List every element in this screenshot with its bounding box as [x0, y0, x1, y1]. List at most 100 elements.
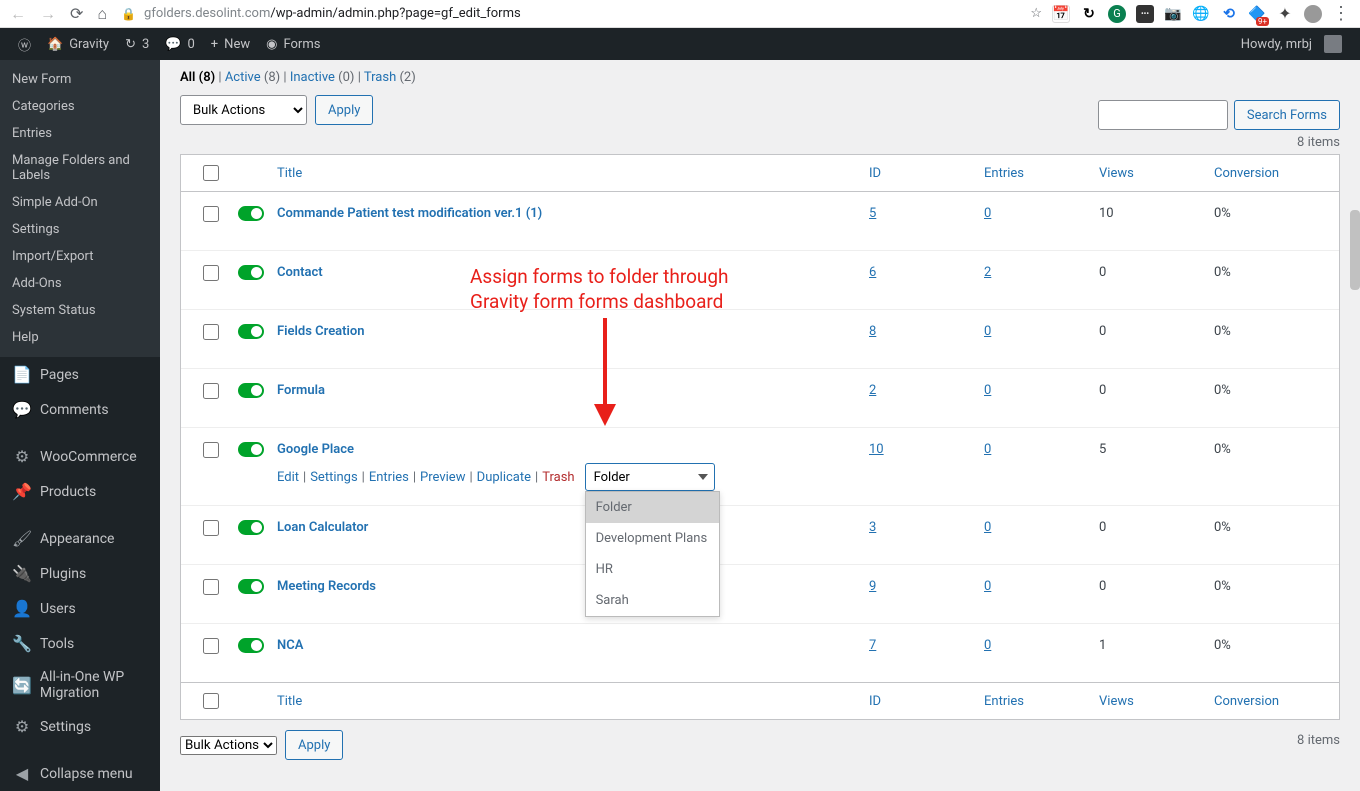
- star-icon[interactable]: ☆: [1030, 6, 1042, 21]
- search-input[interactable]: [1098, 100, 1228, 130]
- entries-link[interactable]: 0: [984, 520, 991, 535]
- menu-pages[interactable]: 📄Pages: [0, 357, 160, 392]
- site-name[interactable]: 🏠Gravity: [39, 28, 117, 60]
- folder-select[interactable]: Folder: [585, 463, 715, 491]
- form-title-link[interactable]: Fields Creation: [277, 324, 365, 339]
- filter-trash[interactable]: Trash: [364, 70, 396, 85]
- user-greeting[interactable]: Howdy, mrbj: [1233, 28, 1350, 60]
- folder-option[interactable]: Development Plans: [586, 523, 719, 554]
- updates[interactable]: ↻3: [117, 28, 157, 60]
- entries-link[interactable]: 0: [984, 579, 991, 594]
- submenu-entries[interactable]: Entries: [0, 120, 160, 147]
- menu-tools[interactable]: 🔧Tools: [0, 626, 160, 661]
- filter-active[interactable]: Active: [225, 70, 261, 85]
- action-edit[interactable]: Edit: [277, 470, 299, 485]
- menu-settings[interactable]: ⚙Settings: [0, 709, 160, 744]
- form-title-link[interactable]: Loan Calculator: [277, 520, 368, 535]
- search-button[interactable]: Search Forms: [1234, 100, 1340, 130]
- form-title-link[interactable]: Google Place: [277, 442, 354, 457]
- form-title-link[interactable]: Meeting Records: [277, 579, 376, 594]
- row-checkbox[interactable]: [203, 520, 219, 536]
- new-content[interactable]: +New: [203, 28, 258, 60]
- header-views[interactable]: Views: [1099, 166, 1134, 181]
- entries-link[interactable]: 0: [984, 324, 991, 339]
- form-id-link[interactable]: 2: [869, 383, 876, 398]
- footer-title[interactable]: Title: [277, 694, 302, 709]
- header-conversion[interactable]: Conversion: [1214, 166, 1279, 181]
- menu-collapse-menu[interactable]: ◀Collapse menu: [0, 756, 160, 791]
- status-toggle[interactable]: [238, 265, 264, 280]
- ext-camera-icon[interactable]: 📷: [1164, 5, 1182, 23]
- menu-users[interactable]: 👤Users: [0, 591, 160, 626]
- folder-option[interactable]: Folder: [586, 492, 719, 523]
- submenu-new-form[interactable]: New Form: [0, 66, 160, 93]
- action-entries[interactable]: Entries: [369, 470, 409, 485]
- form-title-link[interactable]: Contact: [277, 265, 323, 280]
- form-title-link[interactable]: NCA: [277, 638, 303, 653]
- menu-plugins[interactable]: 🔌Plugins: [0, 556, 160, 591]
- row-checkbox[interactable]: [203, 442, 219, 458]
- form-id-link[interactable]: 5: [869, 206, 876, 221]
- entries-link[interactable]: 0: [984, 442, 991, 457]
- row-checkbox[interactable]: [203, 324, 219, 340]
- bulk-action-select[interactable]: Bulk Actions: [180, 95, 307, 125]
- form-id-link[interactable]: 6: [869, 265, 876, 280]
- menu-appearance[interactable]: 🖌Appearance: [0, 521, 160, 556]
- form-id-link[interactable]: 9: [869, 579, 876, 594]
- back-icon[interactable]: ←: [10, 4, 26, 24]
- form-id-link[interactable]: 3: [869, 520, 876, 535]
- browser-menu-icon[interactable]: ⋮: [1332, 3, 1350, 24]
- submenu-manage-folders[interactable]: Manage Folders and Labels: [0, 147, 160, 189]
- footer-entries[interactable]: Entries: [984, 694, 1024, 709]
- forms-link[interactable]: ◉Forms: [258, 28, 328, 60]
- ext-globe-icon[interactable]: 🌐: [1192, 5, 1210, 23]
- submenu-import-export[interactable]: Import/Export: [0, 243, 160, 270]
- filter-inactive[interactable]: Inactive: [290, 70, 335, 85]
- entries-link[interactable]: 0: [984, 383, 991, 398]
- ext-badge-icon[interactable]: 🔷9+: [1248, 5, 1266, 23]
- status-toggle[interactable]: [238, 579, 264, 594]
- row-checkbox[interactable]: [203, 206, 219, 222]
- row-checkbox[interactable]: [203, 265, 219, 281]
- status-toggle[interactable]: [238, 324, 264, 339]
- submenu-simple-addon[interactable]: Simple Add-On: [0, 189, 160, 216]
- comments-count[interactable]: 💬0: [157, 28, 203, 60]
- status-toggle[interactable]: [238, 520, 264, 535]
- wp-logo[interactable]: ⓦ: [10, 28, 39, 60]
- entries-link[interactable]: 2: [984, 265, 991, 280]
- select-all-checkbox[interactable]: [203, 165, 219, 181]
- action-trash[interactable]: Trash: [542, 470, 574, 485]
- header-title[interactable]: Title: [277, 166, 302, 181]
- submenu-settings[interactable]: Settings: [0, 216, 160, 243]
- ext-sync-icon[interactable]: ↻: [1080, 5, 1098, 23]
- status-toggle[interactable]: [238, 206, 264, 221]
- footer-id[interactable]: ID: [869, 694, 881, 709]
- row-checkbox[interactable]: [203, 383, 219, 399]
- action-preview[interactable]: Preview: [420, 470, 465, 485]
- submenu-help[interactable]: Help: [0, 324, 160, 351]
- select-all-checkbox-bottom[interactable]: [203, 693, 219, 709]
- submenu-categories[interactable]: Categories: [0, 93, 160, 120]
- home-icon[interactable]: ⌂: [97, 4, 107, 24]
- address-bar[interactable]: 🔒 gfolders.desolint.com/wp-admin/admin.p…: [121, 6, 1016, 21]
- footer-conversion[interactable]: Conversion: [1214, 694, 1279, 709]
- menu-all-in-one-wp-migration[interactable]: 🔄All-in-One WP Migration: [0, 661, 160, 709]
- folder-option[interactable]: Sarah: [586, 585, 719, 616]
- menu-comments[interactable]: 💬Comments: [0, 392, 160, 427]
- header-entries[interactable]: Entries: [984, 166, 1024, 181]
- reload-icon[interactable]: ⟳: [70, 4, 83, 23]
- form-title-link[interactable]: Commande Patient test modification ver.1…: [277, 206, 542, 221]
- ext-grammarly-icon[interactable]: G: [1108, 5, 1126, 23]
- submenu-addons[interactable]: Add-Ons: [0, 270, 160, 297]
- menu-products[interactable]: 📌Products: [0, 474, 160, 509]
- form-title-link[interactable]: Formula: [277, 383, 325, 398]
- status-toggle[interactable]: [238, 383, 264, 398]
- form-id-link[interactable]: 8: [869, 324, 876, 339]
- ext-dots-icon[interactable]: •••: [1136, 5, 1154, 23]
- ext-puzzle-icon[interactable]: ✦: [1276, 5, 1294, 23]
- bulk-action-select-bottom[interactable]: Bulk Actions: [180, 736, 277, 755]
- footer-views[interactable]: Views: [1099, 694, 1134, 709]
- form-id-link[interactable]: 7: [869, 638, 876, 653]
- action-duplicate[interactable]: Duplicate: [477, 470, 531, 485]
- header-id[interactable]: ID: [869, 166, 881, 181]
